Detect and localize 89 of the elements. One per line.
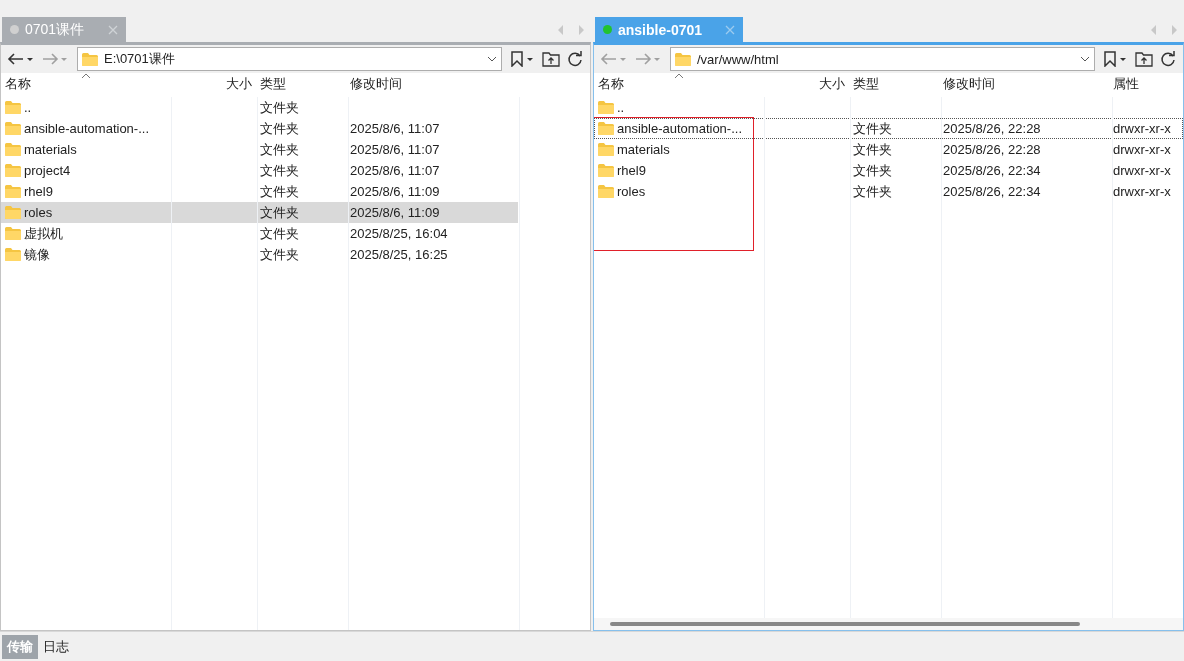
modified-time: 2025/8/6, 11:07 <box>350 142 440 157</box>
file-name: roles <box>24 205 53 220</box>
modified-time: 2025/8/25, 16:25 <box>350 247 448 262</box>
file-permissions: drwxr-xr-x <box>1113 142 1171 157</box>
folder-icon <box>5 122 21 135</box>
modified-time: 2025/8/6, 11:07 <box>350 121 440 136</box>
file-row[interactable]: 镜像 文件夹 2025/8/25, 16:25 <box>1 244 590 265</box>
path-field[interactable]: E:\0701课件 <box>77 47 502 71</box>
file-name: roles <box>617 184 646 199</box>
folder-icon <box>598 185 614 198</box>
folder-icon <box>5 143 21 156</box>
file-row[interactable]: 虚拟机 文件夹 2025/8/25, 16:04 <box>1 223 590 244</box>
column-header[interactable]: 类型 <box>849 75 939 97</box>
column-header[interactable]: 修改时间 <box>939 75 1109 97</box>
folder-icon <box>598 122 614 135</box>
dropdown-icon[interactable] <box>487 56 497 62</box>
file-type: 文件夹 <box>853 119 892 138</box>
file-type: 文件夹 <box>260 203 299 222</box>
file-name: .. <box>617 100 625 115</box>
file-type: 文件夹 <box>853 182 892 201</box>
right-arrow-icon <box>41 52 69 66</box>
file-name: materials <box>24 142 77 157</box>
folder-icon <box>675 52 691 66</box>
column-header[interactable]: 大小 <box>171 75 256 97</box>
folder-icon <box>5 206 21 219</box>
sort-icon <box>81 73 91 79</box>
file-name: ansible-automation-... <box>24 121 149 136</box>
file-row[interactable]: rhel9 文件夹 2025/8/26, 22:34 drwxr-xr-x <box>594 160 1183 181</box>
file-row[interactable]: .. <box>594 97 1183 118</box>
right-arrow-icon <box>634 52 662 66</box>
modified-time: 2025/8/25, 16:04 <box>350 226 448 241</box>
file-name: 镜像 <box>24 245 50 264</box>
file-row[interactable]: materials 文件夹 2025/8/6, 11:07 <box>1 139 590 160</box>
file-name: rhel9 <box>24 184 53 199</box>
file-permissions: drwxr-xr-x <box>1113 184 1171 199</box>
file-type: 文件夹 <box>260 140 299 159</box>
file-name: materials <box>617 142 670 157</box>
folder-icon <box>598 164 614 177</box>
dropdown-icon[interactable] <box>1080 56 1090 62</box>
file-row[interactable]: project4 文件夹 2025/8/6, 11:07 <box>1 160 590 181</box>
folder-icon <box>5 101 21 114</box>
file-name: rhel9 <box>617 163 646 178</box>
file-name: ansible-automation-... <box>617 121 742 136</box>
sort-icon <box>674 73 684 79</box>
column-header[interactable]: 类型 <box>256 75 346 97</box>
file-row[interactable]: .. 文件夹 <box>1 97 590 118</box>
modified-time: 2025/8/26, 22:34 <box>943 184 1041 199</box>
column-header[interactable]: 属性 <box>1109 75 1184 97</box>
modified-time: 2025/8/6, 11:07 <box>350 163 440 178</box>
folder-icon <box>5 185 21 198</box>
file-row[interactable]: rhel9 文件夹 2025/8/6, 11:09 <box>1 181 590 202</box>
file-type: 文件夹 <box>260 98 299 117</box>
file-row[interactable]: materials 文件夹 2025/8/26, 22:28 drwxr-xr-x <box>594 139 1183 160</box>
folder-icon <box>82 52 98 66</box>
folder-icon <box>5 164 21 177</box>
file-row[interactable]: roles 文件夹 2025/8/6, 11:09 <box>1 202 518 223</box>
file-row[interactable]: ansible-automation-... 文件夹 2025/8/26, 22:28 drwxr-xr-x <box>594 118 1183 139</box>
file-type: 文件夹 <box>260 245 299 264</box>
file-type: 文件夹 <box>260 182 299 201</box>
column-header[interactable]: 名称 <box>594 75 764 97</box>
file-type: 文件夹 <box>260 224 299 243</box>
column-header[interactable]: 名称 <box>1 75 171 97</box>
folder-icon <box>598 101 614 114</box>
modified-time: 2025/8/26, 22:28 <box>943 121 1041 136</box>
column-header[interactable]: 修改时间 <box>346 75 516 97</box>
file-permissions: drwxr-xr-x <box>1113 121 1171 136</box>
scrollbar-thumb[interactable] <box>610 622 1080 627</box>
file-row[interactable]: ansible-automation-... 文件夹 2025/8/6, 11:07 <box>1 118 590 139</box>
file-row[interactable]: roles 文件夹 2025/8/26, 22:34 drwxr-xr-x <box>594 181 1183 202</box>
bottom-tab[interactable]: 日志 <box>38 634 74 659</box>
path-field[interactable]: /var/www/html <box>670 47 1095 71</box>
modified-time: 2025/8/26, 22:34 <box>943 163 1041 178</box>
modified-time: 2025/8/6, 11:09 <box>350 184 440 199</box>
file-name: project4 <box>24 163 71 178</box>
file-type: 文件夹 <box>260 119 299 138</box>
file-type: 文件夹 <box>260 161 299 180</box>
left-arrow-icon <box>600 52 628 66</box>
file-name: 虚拟机 <box>24 224 63 243</box>
left-arrow-icon <box>7 52 35 66</box>
file-type: 文件夹 <box>853 140 892 159</box>
modified-time: 2025/8/6, 11:09 <box>350 205 440 220</box>
column-header[interactable]: 大小 <box>764 75 849 97</box>
file-permissions: drwxr-xr-x <box>1113 163 1171 178</box>
file-name: .. <box>24 100 32 115</box>
file-type: 文件夹 <box>853 161 892 180</box>
folder-icon <box>5 248 21 261</box>
folder-icon <box>598 143 614 156</box>
modified-time: 2025/8/26, 22:28 <box>943 142 1041 157</box>
folder-icon <box>5 227 21 240</box>
